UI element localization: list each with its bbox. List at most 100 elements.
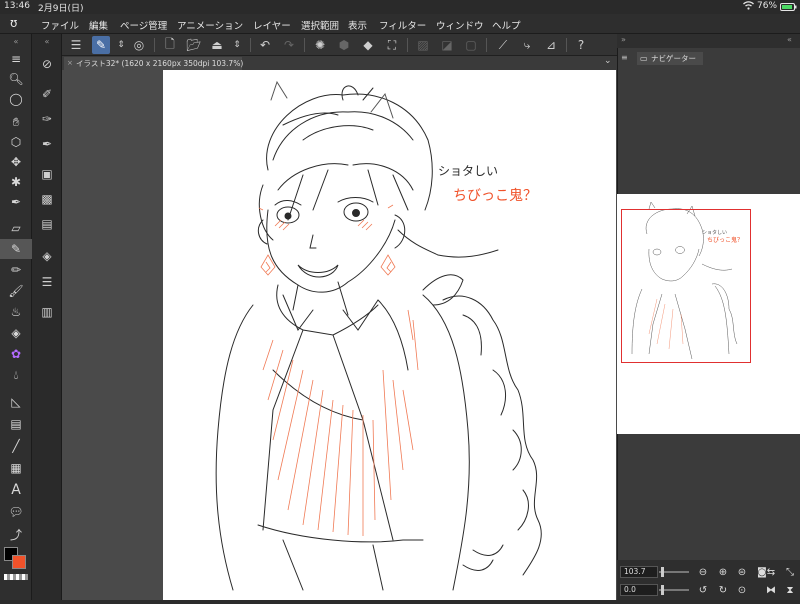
redo-icon[interactable]: ↷ bbox=[280, 36, 298, 54]
gradient-tool-icon[interactable]: ▤ bbox=[0, 414, 32, 434]
magic-wand-icon[interactable]: ✱ bbox=[0, 172, 32, 192]
close-icon[interactable]: × bbox=[67, 57, 73, 70]
open-file-icon[interactable]: 📂︎ bbox=[185, 36, 203, 54]
correct-line-tool-icon[interactable]: ⤴ bbox=[0, 524, 32, 544]
navigator-tab-label: ナビゲーター bbox=[651, 54, 696, 63]
undo-icon[interactable]: ↶ bbox=[256, 36, 274, 54]
app-logo-icon[interactable]: ʊ bbox=[10, 16, 17, 30]
pen-tool-icon[interactable]: ✎ bbox=[0, 239, 32, 259]
wifi-icon bbox=[743, 1, 754, 13]
brush-size-icon[interactable]: ▩ bbox=[32, 189, 62, 209]
menu-icon[interactable]: ☰ bbox=[67, 36, 85, 54]
deselect-icon[interactable]: ▨ bbox=[414, 36, 432, 54]
fit-view-icon[interactable]: ⊜ bbox=[735, 565, 749, 579]
lasso-tool-icon[interactable]: ◯ bbox=[0, 89, 32, 109]
chevron-updown-icon[interactable]: ⇕ bbox=[228, 36, 246, 54]
save-icon[interactable]: ⏏ bbox=[208, 36, 226, 54]
layers-icon[interactable]: ☰ bbox=[32, 272, 62, 292]
menu-layer[interactable]: レイヤー bbox=[253, 18, 291, 32]
zoom-in-icon[interactable]: ⊕ bbox=[716, 565, 730, 579]
collapse-arrows-icon[interactable]: « bbox=[0, 34, 32, 48]
navigator-icon: ▭ bbox=[640, 54, 648, 63]
material-icon[interactable]: ▥ bbox=[32, 302, 62, 322]
collapse-arrows-icon[interactable]: « bbox=[787, 35, 792, 44]
collapse-arrows-icon[interactable]: « bbox=[32, 34, 62, 48]
special-ruler-snap-icon[interactable]: ⤷ bbox=[518, 36, 536, 54]
transparent-color-swatch[interactable] bbox=[4, 574, 28, 580]
navigator-view-frame[interactable] bbox=[621, 209, 751, 363]
zoom-slider-knob[interactable] bbox=[661, 567, 664, 577]
battery-icon bbox=[780, 3, 797, 14]
collapse-arrows-icon[interactable]: » bbox=[621, 35, 626, 44]
zoom-out-icon[interactable]: ⊖ bbox=[696, 565, 710, 579]
menu-edit[interactable]: 編集 bbox=[89, 18, 108, 32]
figure-tool-icon[interactable]: ◺ bbox=[0, 392, 32, 412]
flip-horizontal-icon[interactable]: ⧓ bbox=[764, 583, 778, 597]
flip-vertical-icon[interactable]: ⧗ bbox=[783, 583, 797, 597]
drawing-canvas[interactable]: ショタしい ちびっこ鬼？ bbox=[163, 70, 616, 600]
reset-rotation-icon[interactable]: ⊙ bbox=[735, 583, 749, 597]
pen-variant-icon[interactable]: ✑ bbox=[32, 109, 62, 129]
menu-file[interactable]: ファイル bbox=[41, 18, 79, 32]
blend-tool-icon[interactable]: 💧︎ bbox=[0, 365, 32, 385]
chevron-updown-icon[interactable]: ⇕ bbox=[112, 36, 130, 54]
airbrush-tool-icon[interactable]: ♨ bbox=[0, 302, 32, 322]
fill-icon[interactable]: ◆ bbox=[359, 36, 377, 54]
tool-palette: « ≡ 🔍︎ ◯ ✋︎ ⬡ ✥ ✱ ✒ ▱ ✎ ✏︎ 🖌︎ ♨ ◈ ✿ 💧︎ ◺… bbox=[0, 34, 32, 600]
pen-variant-icon[interactable]: ✐ bbox=[32, 84, 62, 104]
eyedropper-icon[interactable]: ✒ bbox=[0, 192, 32, 212]
brush-tool-icon[interactable]: 🖌︎ bbox=[0, 281, 32, 301]
pen-variant-icon[interactable]: ✒ bbox=[32, 134, 62, 154]
status-date: 2月9日(日) bbox=[38, 4, 84, 14]
ruler-snap-icon[interactable]: ⟋ bbox=[494, 36, 512, 54]
menu-window[interactable]: ウィンドウ bbox=[436, 18, 484, 32]
navigator-tab[interactable]: ▭ ナビゲーター bbox=[637, 52, 703, 65]
rotation-field[interactable]: 0.0 bbox=[620, 584, 658, 596]
flip-vertical-icon[interactable]: ⤡ bbox=[783, 565, 797, 579]
smart-edit-icon[interactable]: ✎ bbox=[92, 36, 110, 54]
panel-menu-icon[interactable]: ≡ bbox=[621, 53, 628, 62]
grid-snap-icon[interactable]: ⊿ bbox=[542, 36, 560, 54]
flip-horizontal-icon[interactable]: ⇆ bbox=[764, 565, 778, 579]
menu-animation[interactable]: アニメーション bbox=[177, 18, 243, 32]
help-icon[interactable]: ? bbox=[572, 36, 590, 54]
decoration-tool-icon[interactable]: ✿ bbox=[0, 344, 32, 364]
rotate-left-icon[interactable]: ↺ bbox=[696, 583, 710, 597]
pencil-tool-icon[interactable]: ✏︎ bbox=[0, 260, 32, 280]
canvas-tab-label: イラスト32* (1620 x 2160px 350dpi 103.7%) bbox=[76, 59, 244, 68]
clear-icon[interactable]: ⬢ bbox=[335, 36, 353, 54]
show-selection-icon[interactable]: ▢ bbox=[462, 36, 480, 54]
zoom-tool-icon[interactable]: 🔍︎ bbox=[0, 69, 32, 89]
settings-icon[interactable]: ◎ bbox=[130, 36, 148, 54]
zoom-field[interactable]: 103.7 bbox=[620, 566, 658, 578]
balloon-tool-icon[interactable]: 💬︎ bbox=[0, 502, 32, 522]
color-set-icon[interactable]: ▤ bbox=[32, 214, 62, 234]
new-file-icon[interactable]: 🗋︎ bbox=[161, 36, 179, 54]
frame-tool-icon[interactable]: ▦ bbox=[0, 458, 32, 478]
menu-lines-icon[interactable]: ≡ bbox=[0, 49, 32, 69]
layer-property-icon[interactable]: ◈ bbox=[32, 246, 62, 266]
invert-selection-icon[interactable]: ◪ bbox=[438, 36, 456, 54]
menu-page[interactable]: ページ管理 bbox=[120, 18, 167, 32]
pen-subtool-icon[interactable]: ⊘ bbox=[32, 54, 62, 74]
menu-selection[interactable]: 選択範囲 bbox=[301, 18, 339, 32]
chevron-down-icon[interactable]: ⌄ bbox=[604, 56, 612, 66]
hand-tool-icon[interactable]: ✋︎ bbox=[0, 112, 32, 132]
text-tool-icon[interactable]: A bbox=[0, 480, 32, 500]
menu-help[interactable]: ヘルプ bbox=[492, 18, 521, 32]
line-tool-icon[interactable]: ╱ bbox=[0, 436, 32, 456]
transform-icon[interactable]: ⛶ bbox=[383, 36, 401, 54]
loading-icon[interactable]: ✺ bbox=[311, 36, 329, 54]
rotation-slider-knob[interactable] bbox=[661, 585, 664, 595]
menu-filter[interactable]: フィルター bbox=[379, 18, 426, 32]
tool-property-icon[interactable]: ▣ bbox=[32, 164, 62, 184]
rotate-right-icon[interactable]: ↻ bbox=[716, 583, 730, 597]
menu-view[interactable]: 表示 bbox=[348, 18, 367, 32]
canvas-tab[interactable]: × イラスト32* (1620 x 2160px 350dpi 103.7%) bbox=[64, 57, 244, 70]
object-tool-icon[interactable]: ⬡ bbox=[0, 132, 32, 152]
eraser-tool-icon[interactable]: ▱ bbox=[0, 218, 32, 238]
sub-tool-palette: « ⊘ ✐ ✑ ✒ ▣ ▩ ▤ ◈ ☰ ▥ bbox=[32, 34, 62, 600]
sub-color-swatch[interactable] bbox=[12, 555, 26, 569]
fill-tool-icon[interactable]: ◈ bbox=[0, 323, 32, 343]
move-tool-icon[interactable]: ✥ bbox=[0, 152, 32, 172]
